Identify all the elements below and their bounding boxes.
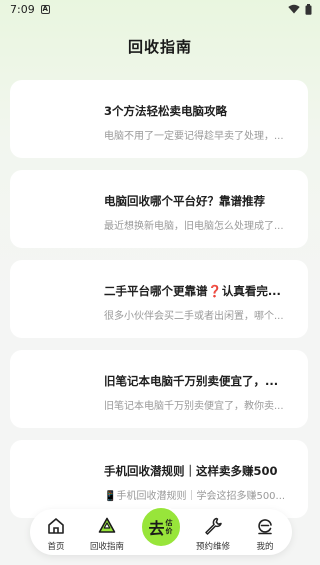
article-card[interactable]: 3个方法轻松卖电脑攻略 电脑不用了一定要记得趁早卖了处理，... [10,80,308,158]
wifi-icon [288,4,300,14]
home-icon [45,515,67,537]
article-title: 手机回收潜规则｜这样卖多赚500 [104,464,278,478]
recycle-icon [96,515,118,537]
article-summary: 很多小伙伴会买二手或者出闲置，哪个... [104,311,284,322]
article-title: 旧笔记本电脑千万别卖便宜了，... [104,374,279,388]
estimate-button[interactable]: 去 估价 [140,506,182,548]
tab-guide-label: 回收指南 [89,542,124,552]
tab-guide[interactable]: 回收指南 [82,509,132,555]
notification-icon: A [40,4,50,14]
tab-mine-label: 我的 [256,542,274,552]
status-left: 7:09 A [10,3,50,16]
article-summary: 电脑不用了一定要记得趁早卖了处理，... [104,131,284,142]
page-title: 回收指南 [127,38,192,56]
status-right [288,3,312,15]
battery-icon [305,3,312,15]
article-title: 3个方法轻松卖电脑攻略 [104,104,228,118]
estimate-sub-label: 估价 [165,519,173,535]
profile-icon [254,515,276,537]
wrench-icon [202,515,224,537]
article-summary: 旧笔记本电脑千万别卖便宜了，教你卖... [104,401,284,412]
article-summary: 最近想换新电脑，旧电脑怎么处理成了... [104,221,284,232]
tab-mine[interactable]: 我的 [240,509,290,555]
tab-repair-label: 预约维修 [195,542,230,552]
estimate-main-label: 去 [148,519,165,538]
status-bar: 7:09 A [0,0,320,18]
article-card[interactable]: 二手平台哪个更靠谱❓认真看完... 很多小伙伴会买二手或者出闲置，哪个... [10,260,308,338]
status-time: 7:09 [10,2,35,16]
article-summary: 📱手机回收潜规则｜学会这招多赚500... [104,491,286,502]
tab-home-label: 首页 [47,542,65,552]
tab-repair[interactable]: 预约维修 [188,509,238,555]
article-title: 二手平台哪个更靠谱❓认真看完... [104,284,281,298]
tab-home[interactable]: 首页 [31,509,81,555]
bottom-tab-bar: 首页 回收指南 去 估价 预约维修 我的 [30,506,292,555]
article-card[interactable]: 旧笔记本电脑千万别卖便宜了，... 旧笔记本电脑千万别卖便宜了，教你卖... [10,350,308,428]
article-title: 电脑回收哪个平台好？靠谱推荐 [104,194,265,208]
article-card[interactable]: 电脑回收哪个平台好？靠谱推荐 最近想换新电脑，旧电脑怎么处理成了... [10,170,308,248]
